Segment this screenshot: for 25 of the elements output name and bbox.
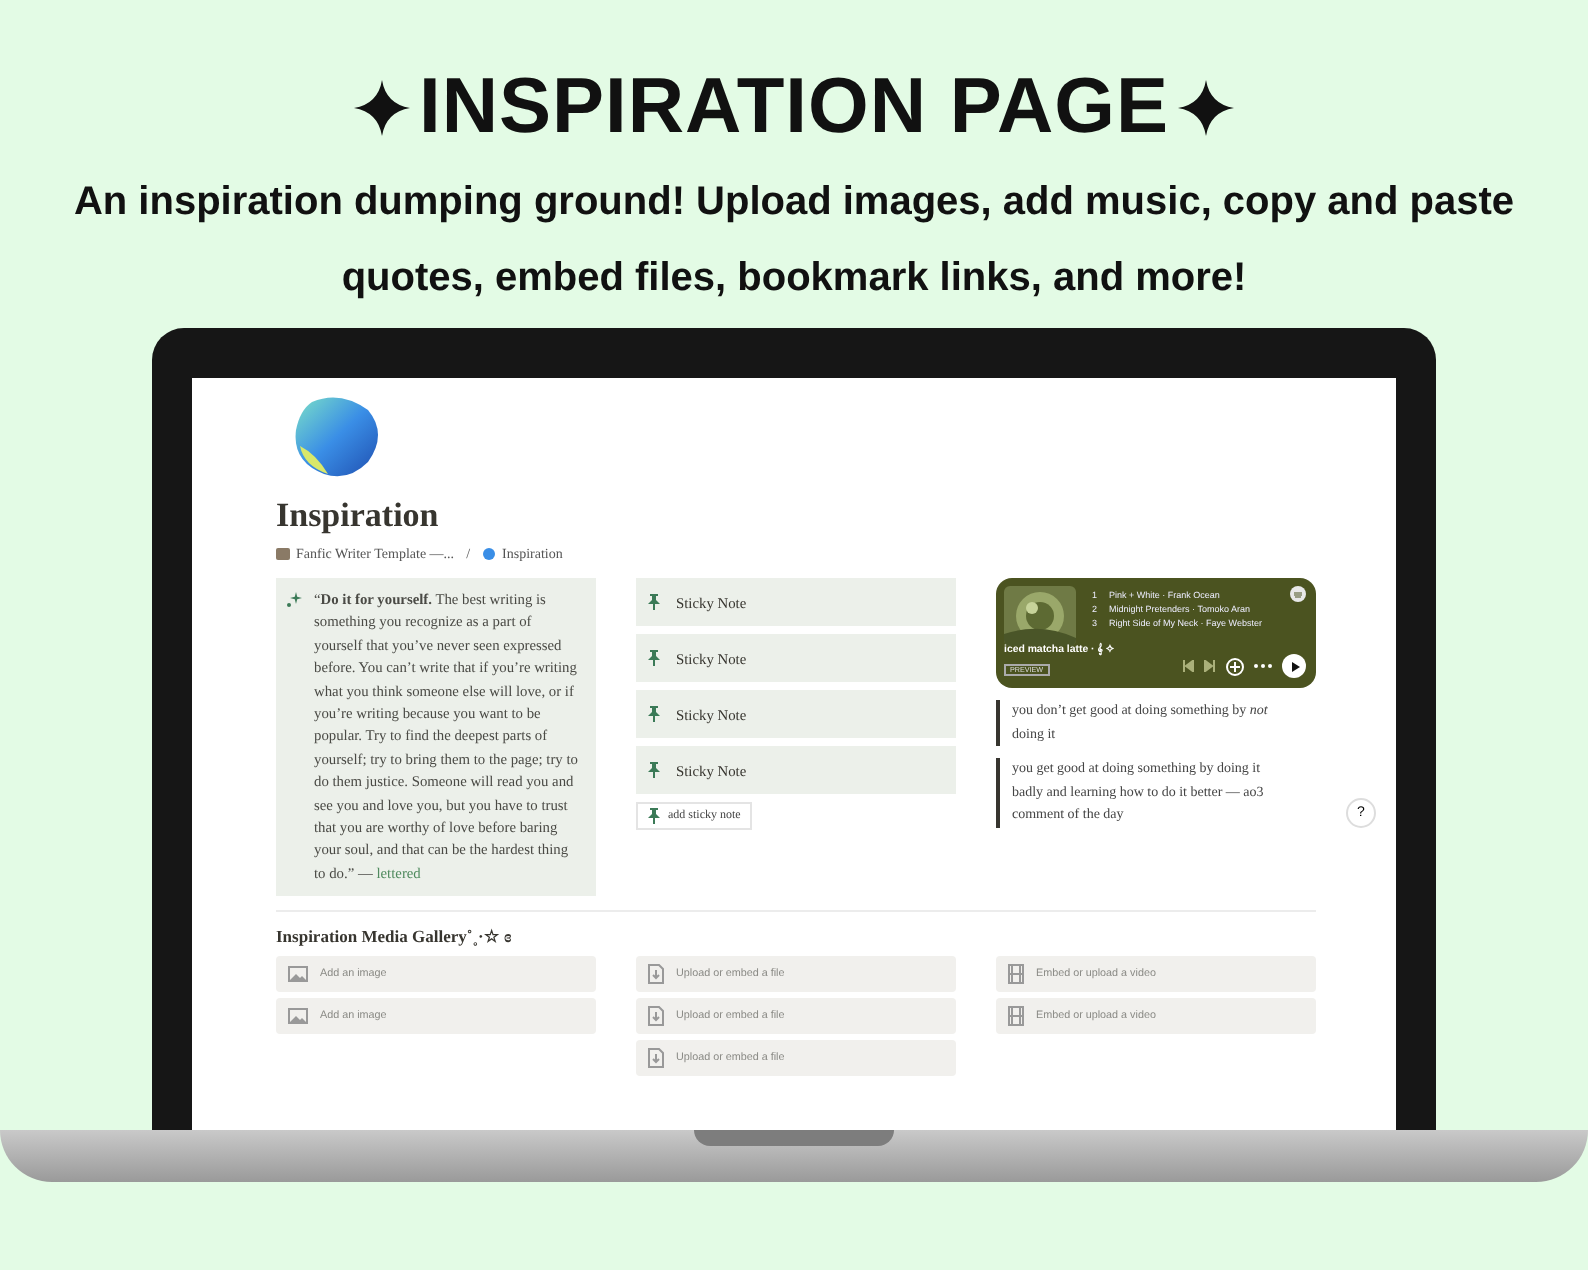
pin-icon <box>648 594 660 610</box>
page-heading: INSPIRATION PAGE <box>419 62 1169 154</box>
sparkle-icon <box>1176 78 1237 138</box>
pin-icon <box>648 706 660 722</box>
play-button[interactable] <box>1282 654 1306 678</box>
pin-icon <box>648 808 660 824</box>
subtitle: An inspiration dumping ground! Upload images, add music, copy and paste quotes, embed files, bookmark links, and more! <box>71 178 1517 304</box>
add-icon[interactable] <box>1226 657 1244 675</box>
film-icon <box>1008 964 1024 985</box>
sparkle-icon <box>286 592 302 608</box>
sparkle-icon <box>351 78 412 138</box>
file-icon <box>648 1006 664 1027</box>
previous-icon[interactable] <box>1182 660 1194 672</box>
pin-icon <box>648 762 660 778</box>
film-icon <box>1008 1006 1024 1027</box>
file-icon <box>648 964 664 985</box>
music-logo-icon <box>1290 586 1306 602</box>
gallery-title: Inspiration Media Gallery˚˳·☆ ɞ <box>276 926 514 947</box>
image-icon <box>288 966 308 983</box>
pin-icon <box>648 650 660 666</box>
play-icon <box>1289 661 1299 671</box>
next-icon[interactable] <box>1204 660 1216 672</box>
file-icon <box>648 1048 664 1069</box>
image-icon <box>288 1008 308 1025</box>
page-title: Inspiration <box>276 496 441 536</box>
